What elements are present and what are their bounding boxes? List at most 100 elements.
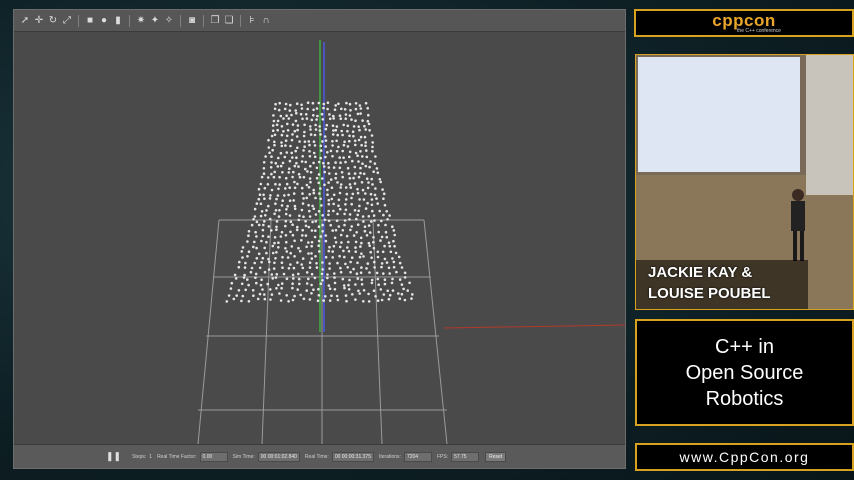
spotlight-icon[interactable]: ✦ [150,15,160,26]
toolbar-divider [180,14,181,27]
select-icon[interactable]: ➚ [20,15,30,26]
logo-text: cppcon [712,10,776,30]
point [312,161,315,165]
point [352,125,356,128]
dirlight-icon[interactable]: ✧ [164,15,174,26]
point [377,223,380,227]
sphere-icon[interactable]: ● [99,15,109,26]
3d-viewport[interactable] [14,32,625,444]
scene-canvas[interactable] [14,32,625,444]
point [240,282,244,286]
point [402,287,405,291]
align-icon[interactable]: ⊧ [247,15,257,26]
point [346,246,349,249]
point [300,263,304,266]
fps-value: 57.75 [451,451,480,462]
point [369,160,372,163]
point [328,172,331,175]
point [273,133,277,137]
rotate-icon[interactable]: ↻ [48,15,58,26]
point [253,207,257,211]
point [370,203,374,207]
point [280,204,284,207]
point [346,124,350,128]
point [392,229,396,232]
point [284,187,287,190]
point [342,249,345,253]
point [380,235,384,239]
point [314,220,318,223]
point [254,230,257,234]
point [327,209,331,213]
translate-icon[interactable]: ✛ [34,15,44,26]
point [289,220,293,223]
point [356,261,359,265]
point [373,162,377,165]
point [346,129,349,133]
point [310,252,313,255]
point [398,278,402,281]
point [377,283,381,286]
point [311,220,314,224]
reset-button[interactable]: Reset [485,451,507,462]
screenshot-icon[interactable]: ◙ [187,15,197,26]
point [309,133,313,136]
point [291,233,295,237]
point [261,256,265,260]
point [272,267,276,270]
point [334,104,338,107]
point [270,273,274,276]
point [382,213,385,217]
point [326,101,330,104]
point [331,133,335,136]
point [307,203,310,207]
point [295,161,298,165]
point [308,209,311,213]
point [375,197,378,200]
pointlight-icon[interactable]: ✷ [136,15,146,26]
point [377,230,381,234]
point [292,192,296,195]
point [253,215,257,218]
point [300,103,303,107]
point [302,134,306,138]
point [363,225,367,228]
box-icon[interactable]: ■ [85,15,95,26]
point [360,266,363,269]
point [383,257,387,261]
point [343,108,347,111]
point [320,112,324,116]
cylinder-icon[interactable]: ▮ [113,15,123,26]
point [383,244,386,248]
magnet-icon[interactable]: ∩ [261,15,271,26]
point [290,245,294,248]
point [295,228,299,232]
point [275,197,278,201]
point [323,170,327,174]
point [313,144,317,147]
scale-icon[interactable]: ⤢ [62,15,72,26]
paste-icon[interactable]: ❏ [224,15,234,26]
point [237,265,241,269]
point [307,140,311,143]
point [382,293,386,296]
point [317,239,321,243]
point [297,277,301,281]
point [328,117,332,121]
point [272,175,276,179]
point [336,181,339,184]
point [291,286,294,290]
point [335,139,338,143]
steps-value[interactable]: 1 [149,454,152,460]
point [277,156,280,160]
pause-icon[interactable]: ❚❚ [106,451,121,462]
point [320,272,324,276]
point [263,293,266,296]
point [367,122,371,126]
point [334,228,338,232]
point [305,289,309,292]
point [287,267,291,270]
point [348,150,352,154]
point [261,234,265,238]
copy-icon[interactable]: ❐ [210,15,220,26]
